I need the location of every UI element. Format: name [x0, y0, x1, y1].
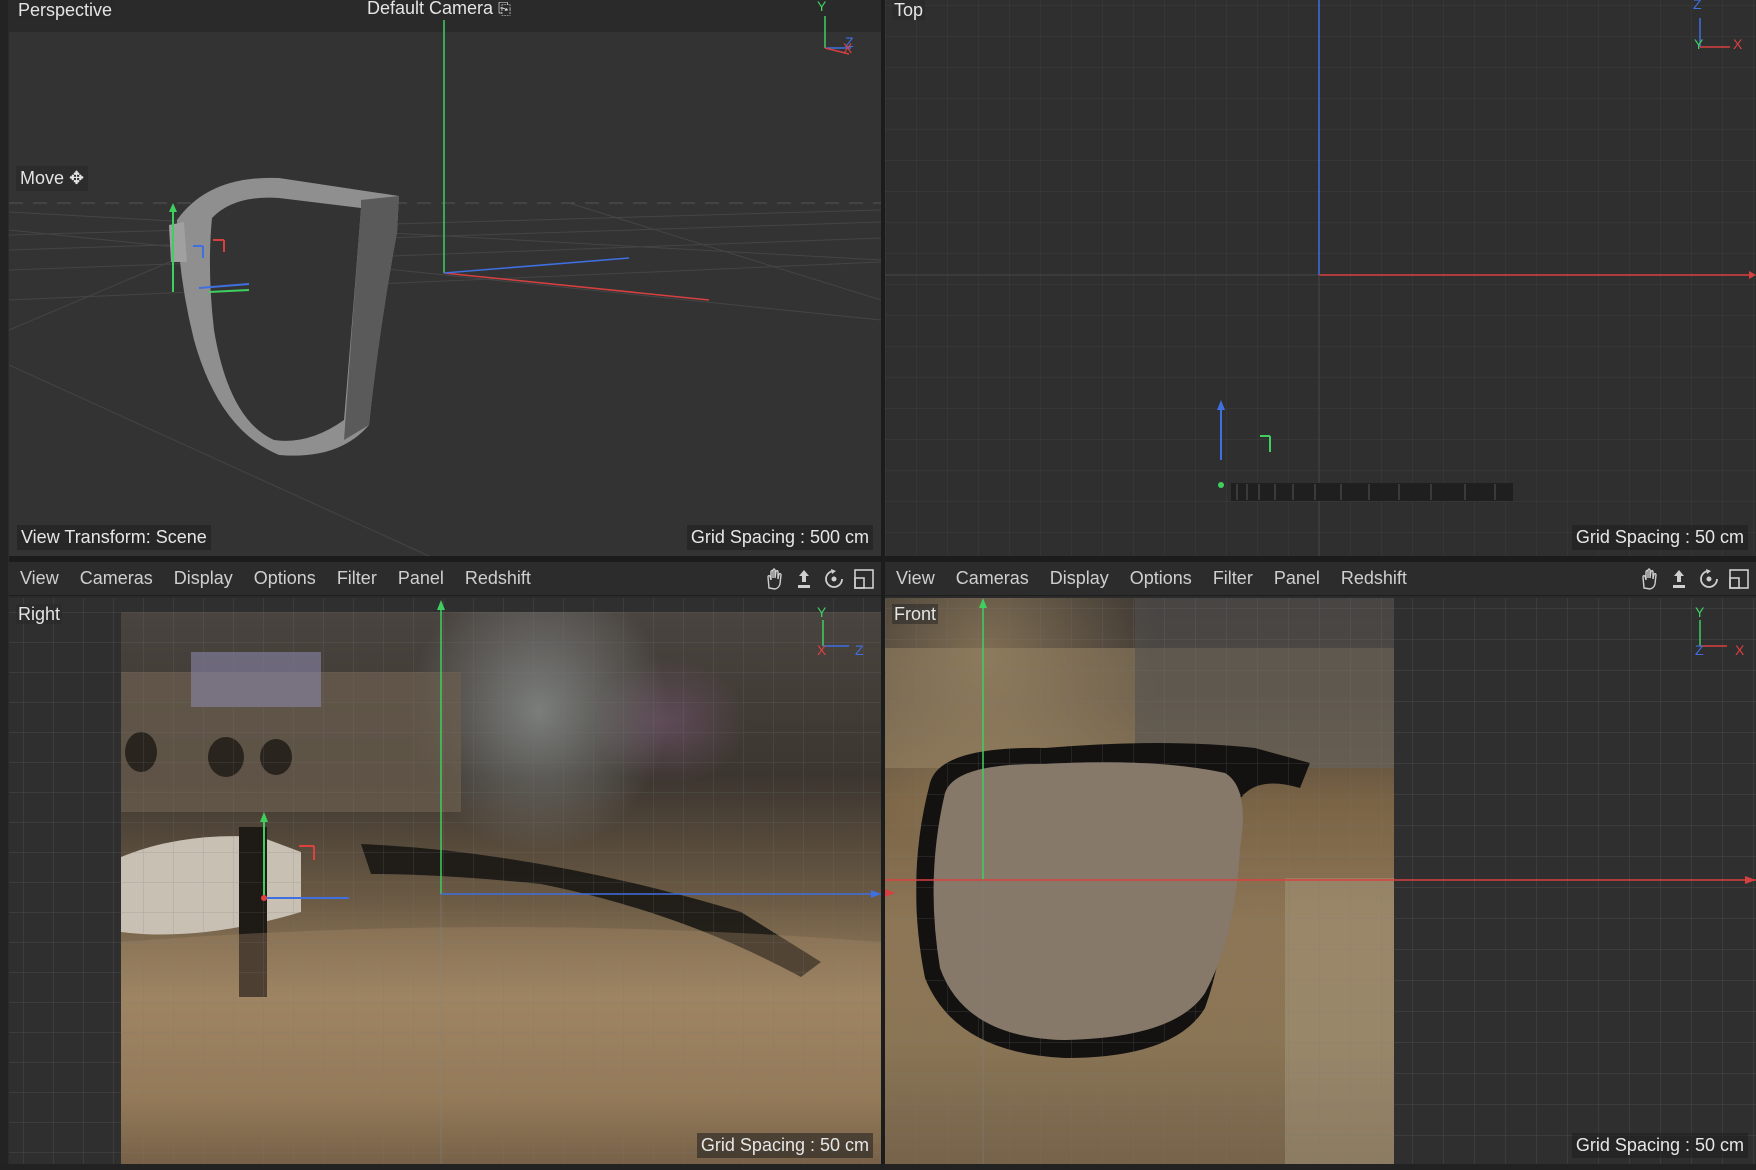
bottom-border [0, 1164, 1756, 1170]
menu-cameras[interactable]: Cameras [956, 568, 1029, 589]
viewport-title: Top [892, 0, 926, 20]
grid-spacing: Grid Spacing : 50 cm [696, 1133, 873, 1158]
viewport-divider-horizontal[interactable] [9, 556, 1756, 561]
axis-label-y: Y [1694, 36, 1704, 52]
menu-panel[interactable]: Panel [398, 568, 444, 589]
menu-options[interactable]: Options [1130, 568, 1192, 589]
grid-spacing: Grid Spacing : 500 cm [686, 525, 873, 550]
menu-panel[interactable]: Panel [1274, 568, 1320, 589]
axis-label-z: Z [1695, 642, 1704, 658]
camera-icon: ⎘ [498, 1, 511, 18]
pan-hand-icon[interactable] [763, 568, 785, 590]
corner-axis-labels: Y X Z [817, 604, 877, 664]
view-transform: View Transform: Scene [17, 525, 211, 550]
menu-display[interactable]: Display [1050, 568, 1109, 589]
view-tools [763, 568, 875, 590]
axis-label-x: X [1735, 642, 1745, 658]
menu-options[interactable]: Options [254, 568, 316, 589]
menu-view[interactable]: View [896, 568, 935, 589]
axis-label-z: Z [1693, 0, 1702, 12]
view-tools [1638, 568, 1750, 590]
axis-label-x: X [843, 40, 853, 56]
axis-label-z: Z [855, 642, 864, 658]
move-vertical-icon[interactable] [1668, 568, 1690, 590]
menu-filter[interactable]: Filter [337, 568, 377, 589]
corner-axis-labels: Z X Y [1693, 0, 1753, 56]
camera-name: Default Camera [367, 0, 494, 18]
menu-cameras[interactable]: Cameras [80, 568, 153, 589]
rotate-icon[interactable] [823, 568, 845, 590]
axis-label-x: X [1733, 36, 1743, 52]
maximize-view-icon[interactable] [1728, 568, 1750, 590]
axis-label-y: Y [817, 604, 827, 620]
menu-redshift[interactable]: Redshift [465, 568, 531, 589]
tool-name: Move [20, 168, 65, 188]
viewport-title: Perspective [16, 0, 115, 20]
maximize-view-icon[interactable] [853, 568, 875, 590]
right-viewport[interactable]: Right Y X Z Grid Spacing : 50 cm [9, 598, 881, 1164]
move-icon: ✥ [69, 168, 85, 188]
left-edge-strip [0, 0, 8, 1170]
pan-hand-icon[interactable] [1638, 568, 1660, 590]
grid-spacing: Grid Spacing : 50 cm [1571, 525, 1748, 550]
corner-axis-labels: Y Z X [1695, 604, 1755, 664]
front-viewport[interactable]: Front Y Z X Grid Spacing : 50 cm [885, 598, 1756, 1164]
move-vertical-icon[interactable] [793, 568, 815, 590]
perspective-grid [9, 0, 881, 556]
viewport-title: Front [892, 604, 939, 624]
top-viewport[interactable]: Top Z X Y Grid Spacing : 50 cm [885, 0, 1756, 556]
front-grid [885, 598, 1756, 1164]
viewport-menubar-left: View Cameras Display Options Filter Pane… [9, 561, 881, 596]
corner-axis-labels: Y Z X [817, 0, 857, 58]
axis-label-y: Y [817, 0, 827, 14]
viewport-divider-vertical[interactable] [881, 0, 885, 1170]
glasses-frame-model [169, 177, 399, 456]
menu-display[interactable]: Display [174, 568, 233, 589]
axis-label-y: Y [1695, 604, 1705, 620]
menu-filter[interactable]: Filter [1213, 568, 1253, 589]
rotate-icon[interactable] [1698, 568, 1720, 590]
camera-selector[interactable]: Default Camera ⎘ [367, 0, 511, 20]
viewport-menubar-right: View Cameras Display Options Filter Pane… [885, 561, 1756, 596]
axis-label-x: X [817, 642, 827, 658]
menu-redshift[interactable]: Redshift [1341, 568, 1407, 589]
viewport-title: Right [16, 604, 63, 624]
perspective-viewport[interactable]: Perspective Default Camera ⎘ Y Z X Move … [9, 0, 881, 556]
move-tool-label: Move ✥ [16, 166, 89, 191]
top-grid [885, 0, 1756, 556]
menu-view[interactable]: View [20, 568, 59, 589]
right-grid [9, 598, 881, 1164]
grid-spacing: Grid Spacing : 50 cm [1571, 1133, 1748, 1158]
